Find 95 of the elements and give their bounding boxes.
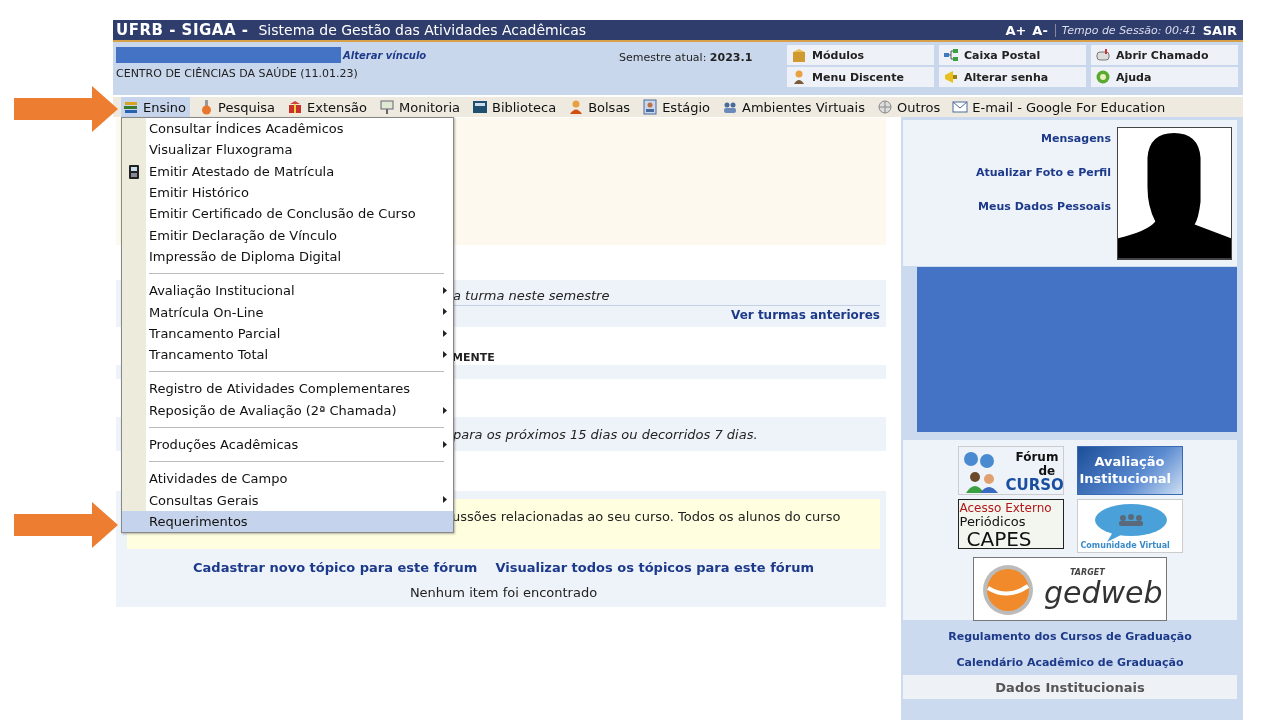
- menu-item[interactable]: Estágio: [640, 97, 714, 117]
- session-timer: Tempo de Sessão: 00:41: [1054, 23, 1203, 37]
- speech-bubble-icon: [1092, 502, 1169, 542]
- menu-item[interactable]: Bolsas: [566, 97, 635, 117]
- classes-message: a turma neste semestre: [453, 288, 610, 303]
- menu-item[interactable]: Ambientes Virtuais: [720, 97, 869, 117]
- menu-item[interactable]: Pesquisa: [196, 97, 280, 117]
- dropdown-item[interactable]: Requerimentos: [122, 510, 453, 533]
- submenu-arrow-icon: [443, 308, 447, 316]
- banner-text: CAPES: [966, 529, 1032, 548]
- semester-label: Semestre atual: 2023.1: [619, 50, 754, 64]
- submenu-arrow-icon: [443, 406, 447, 414]
- globe-icon: [876, 99, 893, 115]
- empty-message: Nenhum item foi encontrado: [408, 585, 599, 600]
- dropdown-item[interactable]: Atividades de Campo: [122, 468, 453, 490]
- capes-banner[interactable]: Acesso Externo Periódicos CAPES: [957, 499, 1064, 549]
- gedweb-banner[interactable]: TARGET gedweb: [973, 557, 1167, 621]
- megaphone-icon: [943, 69, 959, 85]
- person-icon: [791, 69, 807, 85]
- dropdown-item[interactable]: Consultar Índices Acadêmicos: [122, 118, 453, 140]
- person-icon: [568, 99, 585, 115]
- shortcut-button[interactable]: Menu Discente: [787, 67, 934, 87]
- dropdown-item[interactable]: Emitir Atestado de Matrícula: [122, 160, 453, 182]
- menu-item[interactable]: Extensão: [285, 97, 371, 117]
- forum-link[interactable]: Cadastrar novo tópico para este fórum: [193, 560, 478, 575]
- banner-text: gedweb: [1044, 578, 1163, 608]
- banner-text: Periódicos: [959, 515, 1026, 528]
- banner-text: Acesso Externo: [959, 502, 1052, 514]
- shortcut-button[interactable]: Módulos: [787, 45, 934, 65]
- change-link[interactable]: Alterar vínculo: [343, 49, 427, 61]
- id-card-icon: [642, 99, 659, 115]
- book-icon: [471, 99, 488, 115]
- banner-text: Fórum: [1015, 451, 1059, 463]
- dropdown-item[interactable]: Emitir Histórico: [122, 181, 453, 204]
- help-icon: [1095, 69, 1111, 85]
- presentation-icon: [378, 99, 395, 115]
- envelope-icon: [952, 99, 969, 115]
- community-banner[interactable]: Comunidade Virtual: [1076, 499, 1183, 553]
- dropdown-item[interactable]: Avaliação Institucional: [122, 280, 453, 302]
- forum-banner[interactable]: Fórum de CURSO: [957, 446, 1064, 495]
- menu-item[interactable]: Outros: [874, 97, 945, 117]
- menu-item[interactable]: Biblioteca: [469, 97, 561, 117]
- menu-item[interactable]: Monitoria: [376, 97, 464, 117]
- shortcut-button[interactable]: Alterar senha: [939, 67, 1086, 87]
- gift-icon: [287, 99, 304, 115]
- submenu-arrow-icon: [443, 496, 447, 504]
- shortcut-button[interactable]: Abrir Chamado: [1091, 45, 1238, 65]
- banner-text: CURSO: [1005, 478, 1063, 493]
- system-name: UFRB - SIGAA -: [116, 21, 249, 39]
- dropdown-item[interactable]: Trancamento Parcial: [122, 322, 453, 344]
- previous-classes-link[interactable]: Ver turmas anteriores: [731, 308, 880, 322]
- package-icon: [791, 47, 807, 63]
- submenu-arrow-icon: [443, 440, 447, 448]
- font-decrease-button[interactable]: A-: [1029, 22, 1051, 38]
- shortcut-button[interactable]: Ajuda: [1091, 67, 1238, 87]
- menu-item[interactable]: Ensino: [121, 97, 191, 117]
- section-title: Dados Institucionais: [903, 675, 1237, 699]
- banner-text: Comunidade Virtual: [1080, 542, 1170, 550]
- dropdown-item[interactable]: Visualizar Fluxograma: [122, 139, 453, 161]
- profile-link[interactable]: Atualizar Foto e Perfil: [975, 166, 1111, 180]
- deadlines-message: para os próximos 15 dias ou decorridos 7 dias.: [453, 426, 758, 442]
- banner-text: TARGET: [1070, 569, 1105, 577]
- dropdown-item[interactable]: Matrícula On-Line: [122, 301, 453, 323]
- logout-button[interactable]: SAIR: [1202, 22, 1237, 38]
- dropdown-item[interactable]: Emitir Declaração de Vínculo: [122, 224, 453, 246]
- sitemap-icon: [943, 47, 959, 63]
- forum-link[interactable]: Visualizar todos os tópicos para este fórum: [495, 560, 814, 575]
- sphere-icon: [982, 564, 1034, 616]
- footer-link[interactable]: Regulamento dos Cursos de Graduação: [903, 630, 1237, 643]
- banner-text: de: [1038, 465, 1056, 477]
- submenu-arrow-icon: [443, 329, 447, 337]
- profile-link[interactable]: Mensagens: [1041, 132, 1111, 146]
- submenu-arrow-icon: [443, 350, 447, 358]
- dropdown-item[interactable]: Consultas Gerais: [122, 489, 453, 511]
- dropdown-item[interactable]: Trancamento Total: [122, 343, 453, 366]
- dropdown-item[interactable]: Reposição de Avaliação (2ª Chamada): [122, 399, 453, 421]
- footer-link[interactable]: Calendário Acadêmico de Graduação: [903, 656, 1237, 669]
- calculator-icon: [129, 164, 139, 179]
- dropdown-item[interactable]: Emitir Certificado de Conclusão de Curso: [122, 203, 453, 225]
- submenu-arrow-icon: [443, 287, 447, 295]
- mailbox-icon: [1095, 47, 1111, 63]
- menu-item[interactable]: E-mail - Google For Education: [950, 97, 1170, 117]
- profile-link[interactable]: Meus Dados Pessoais: [978, 200, 1111, 214]
- dropdown-item[interactable]: Impressão de Diploma Digital: [122, 245, 453, 268]
- unit-name: CENTRO DE CIÊNCIAS DA SAÚDE (11.01.23): [116, 67, 359, 80]
- evaluation-banner[interactable]: Avaliação Institucional: [1076, 446, 1183, 495]
- font-increase-button[interactable]: A+: [1002, 22, 1030, 38]
- banner-text: Avaliação: [1094, 455, 1165, 468]
- dropdown-item[interactable]: Produções Acadêmicas: [122, 433, 453, 456]
- banner-text: Institucional: [1079, 472, 1172, 485]
- section-heading: MENTE: [452, 351, 495, 365]
- books-icon: [123, 99, 139, 115]
- system-title: Sistema de Gestão das Atividades Acadêmicas: [258, 22, 588, 38]
- dropdown-item[interactable]: Registro de Atividades Complementares: [122, 378, 453, 400]
- shortcut-button[interactable]: Caixa Postal: [939, 45, 1086, 65]
